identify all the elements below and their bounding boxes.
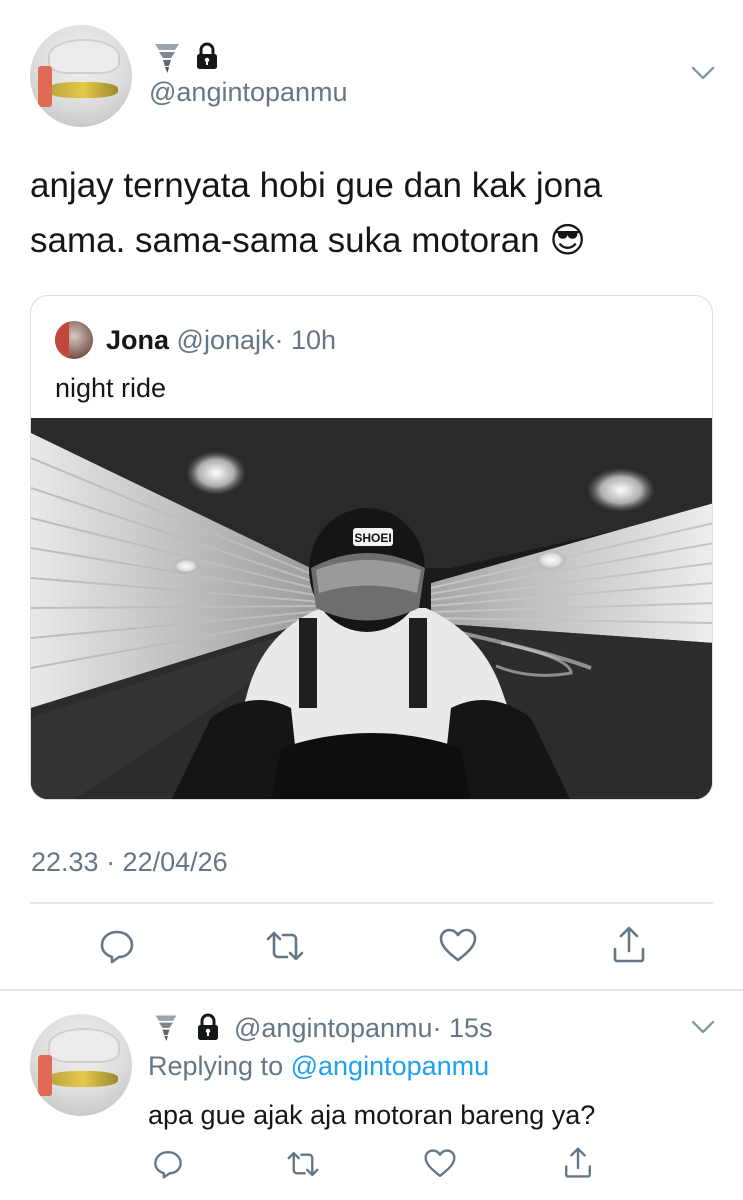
reply-time: · 15s (432, 1013, 493, 1043)
quoted-photo[interactable]: SHOEI (31, 418, 712, 799)
share-icon[interactable] (610, 925, 648, 965)
helmet-brand-label: SHOEI (354, 531, 391, 545)
quoted-handle: @jonajk (176, 325, 275, 355)
reply-icon[interactable] (152, 1148, 184, 1180)
quoted-time: · 10h (274, 325, 337, 355)
tunnel-scene: SHOEI (31, 418, 712, 799)
replying-to-link[interactable]: @angintopanmu (291, 1051, 490, 1081)
avatar[interactable] (30, 25, 132, 127)
tweet-handle[interactable]: @angintopanmu (149, 76, 348, 108)
reply-text: apa gue ajak aja motoran bareng ya? (148, 1100, 596, 1130)
quoted-avatar (55, 321, 93, 359)
share-icon[interactable] (562, 1146, 594, 1180)
lock-icon (194, 42, 220, 70)
reply-avatar[interactable] (30, 1014, 132, 1116)
reply-handle[interactable]: @angintopanmu (234, 1013, 433, 1043)
quoted-tweet[interactable]: Jona @jonajk· 10h night ride SHOEI (30, 295, 713, 800)
reply-icon[interactable] (98, 927, 136, 965)
retweet-icon[interactable] (264, 927, 306, 965)
divider (30, 902, 713, 904)
replying-prefix: Replying to (148, 1051, 284, 1081)
chevron-down-icon[interactable] (690, 64, 716, 82)
tornado-icon (152, 40, 182, 74)
retweet-icon[interactable] (285, 1148, 321, 1180)
like-icon[interactable] (438, 927, 478, 965)
tweet-text-line2: sama. sama-sama suka motoran 😎 (30, 221, 586, 260)
tweet-text-line1: anjay ternyata hobi gue dan kak jona (30, 166, 603, 205)
chevron-down-icon[interactable] (690, 1018, 716, 1036)
divider (0, 989, 743, 991)
quoted-name: Jona (106, 325, 170, 355)
quoted-text: night ride (55, 373, 167, 403)
tweet-timestamp: 22.33 · 22/04/26 (31, 847, 228, 877)
lock-icon (195, 1013, 221, 1041)
tornado-icon (152, 1012, 180, 1042)
like-icon[interactable] (423, 1148, 457, 1180)
